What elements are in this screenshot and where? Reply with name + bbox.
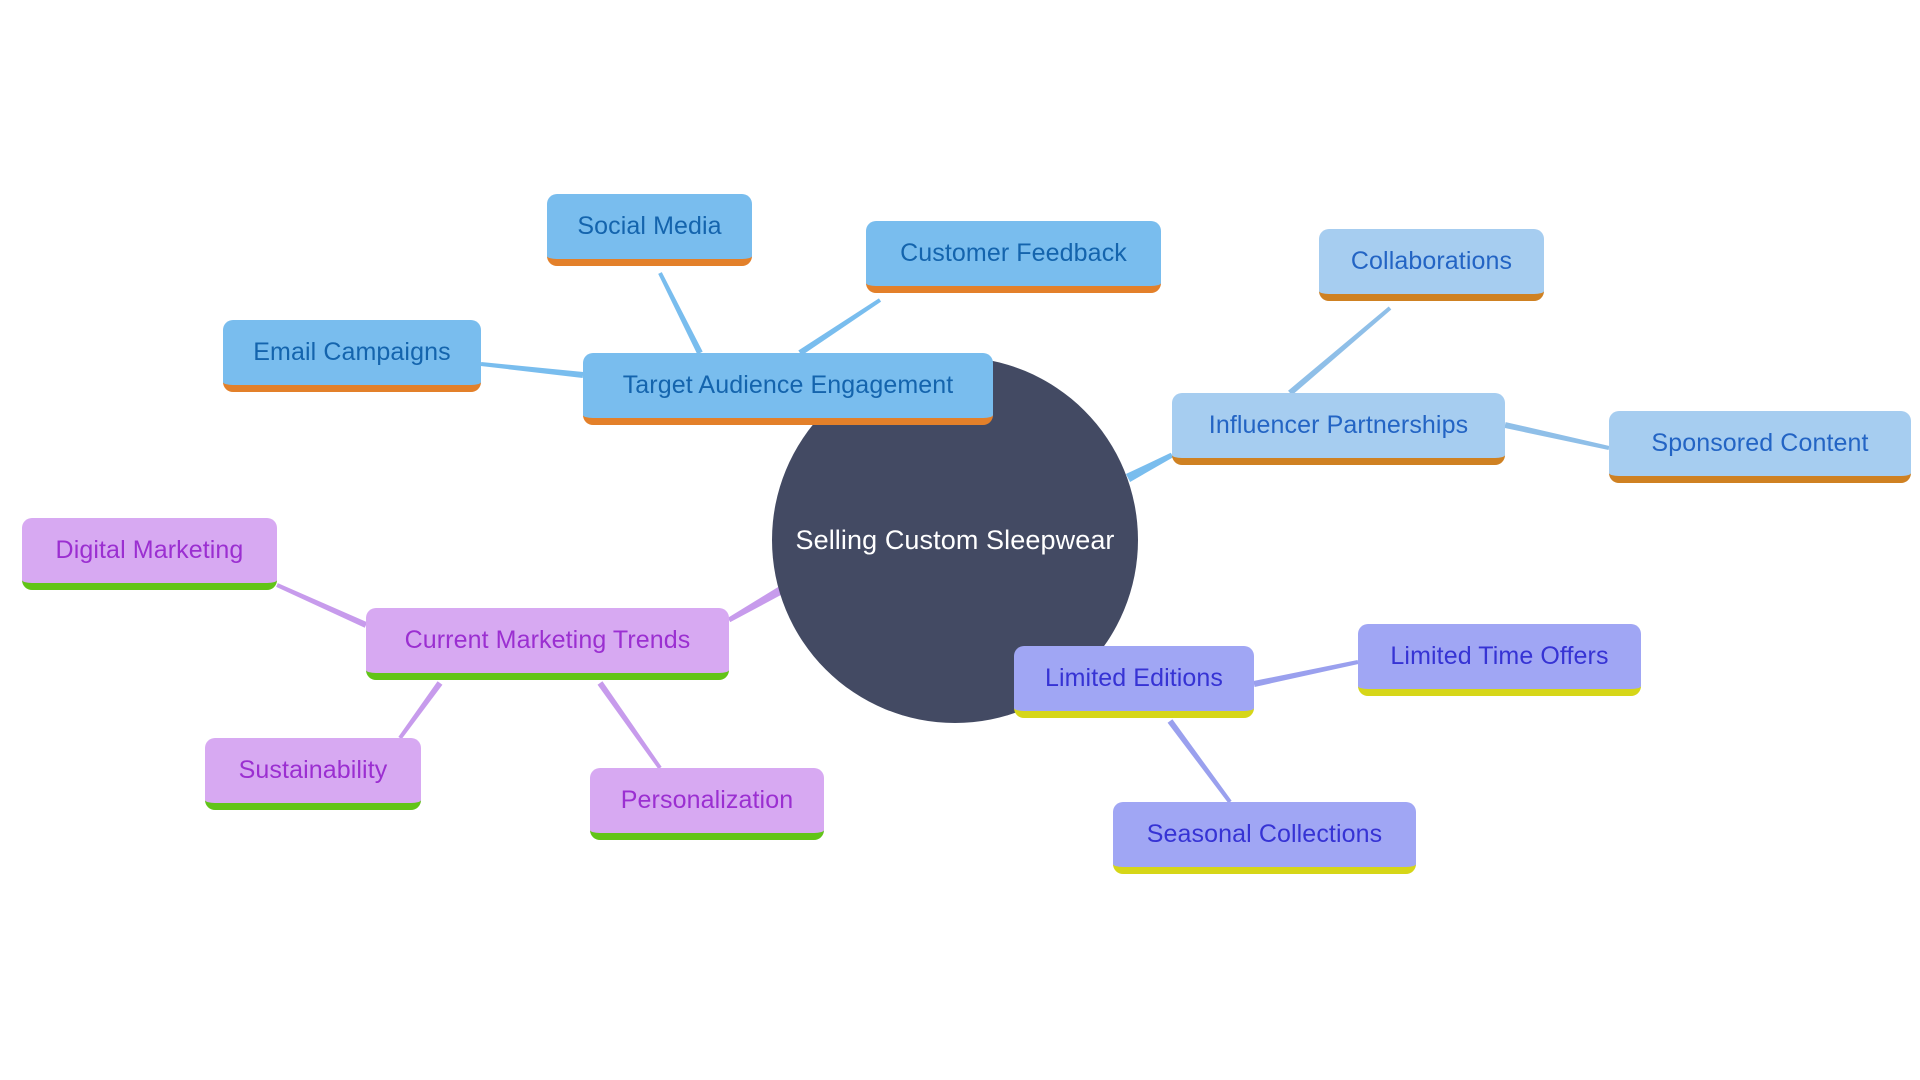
node-label-limited-time-offers: Limited Time Offers — [1390, 642, 1609, 670]
node-label-seasonal-collections: Seasonal Collections — [1146, 820, 1383, 848]
leaf-node-limited-time-offers[interactable]: Limited Time Offers — [1358, 624, 1641, 696]
edge-trends-personalization — [597, 681, 662, 770]
edge-root-influencer-partnerships — [1125, 452, 1174, 482]
leaf-node-personalization[interactable]: Personalization — [590, 768, 824, 840]
edge-trends-sustainability — [398, 681, 443, 740]
leaf-node-digital-marketing[interactable]: Digital Marketing — [22, 518, 277, 590]
branch-node-target-audience-engagement[interactable]: Target Audience Engagement — [583, 353, 993, 425]
leaf-node-sponsored-content[interactable]: Sponsored Content — [1609, 411, 1911, 483]
leaf-node-seasonal-collections[interactable]: Seasonal Collections — [1113, 802, 1416, 874]
node-label-limited-editions: Limited Editions — [1044, 664, 1224, 692]
edge-influencer-sponsored-content — [1504, 422, 1610, 450]
leaf-node-sustainability[interactable]: Sustainability — [205, 738, 421, 810]
node-label-collaborations: Collaborations — [1350, 247, 1513, 275]
node-label-social-media: Social Media — [577, 212, 722, 240]
node-label-sustainability: Sustainability — [238, 756, 388, 784]
branch-node-limited-editions[interactable]: Limited Editions — [1014, 646, 1254, 718]
mindmap-canvas: Selling Custom Sleepwear Target Audience … — [0, 0, 1920, 1080]
leaf-node-social-media[interactable]: Social Media — [547, 194, 752, 266]
edge-target-email-campaigns — [480, 362, 584, 378]
leaf-node-collaborations[interactable]: Collaborations — [1319, 229, 1544, 301]
node-label-personalization: Personalization — [620, 786, 794, 814]
node-label-target-audience-engagement: Target Audience Engagement — [622, 371, 954, 399]
branch-node-current-marketing-trends[interactable]: Current Marketing Trends — [366, 608, 729, 680]
node-label-sponsored-content: Sponsored Content — [1651, 429, 1869, 457]
node-label-email-campaigns: Email Campaigns — [253, 338, 451, 366]
leaf-node-customer-feedback[interactable]: Customer Feedback — [866, 221, 1161, 293]
node-label-digital-marketing: Digital Marketing — [55, 536, 244, 564]
edge-limited-seasonal-collections — [1167, 719, 1232, 804]
node-label-customer-feedback: Customer Feedback — [900, 239, 1127, 267]
leaf-node-email-campaigns[interactable]: Email Campaigns — [223, 320, 481, 392]
root-node-label: Selling Custom Sleepwear — [795, 524, 1115, 555]
node-label-current-marketing-trends: Current Marketing Trends — [404, 626, 691, 654]
node-label-influencer-partnerships: Influencer Partnerships — [1208, 411, 1469, 439]
edge-target-social-media — [658, 272, 703, 355]
edge-trends-digital-marketing — [276, 583, 368, 628]
edge-target-customer-feedback — [798, 298, 882, 356]
branch-node-influencer-partnerships[interactable]: Influencer Partnerships — [1172, 393, 1505, 465]
edge-influencer-collaborations — [1288, 306, 1392, 396]
edge-limited-time-offers — [1253, 660, 1359, 687]
